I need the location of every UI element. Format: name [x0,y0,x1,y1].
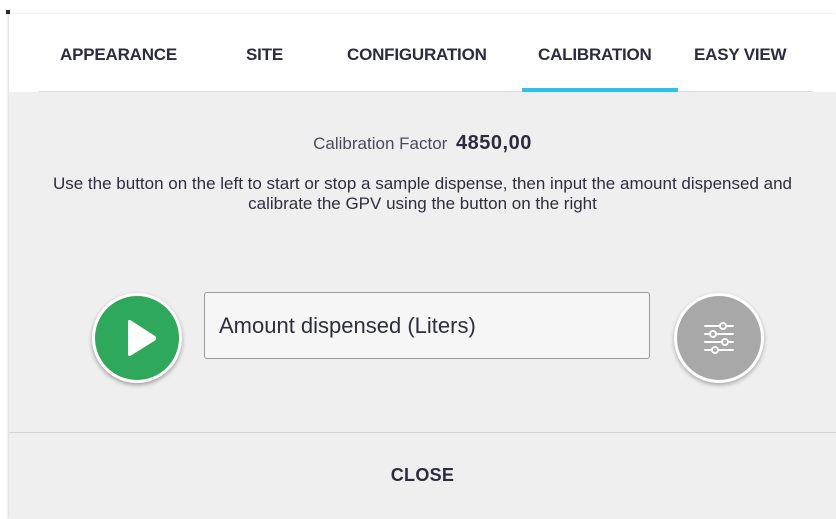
tab-configuration[interactable]: CONFIGURATION [347,45,487,65]
close-button[interactable]: CLOSE [9,465,836,486]
amount-dispensed-input[interactable] [204,292,650,359]
instructions-text: Use the button on the left to start or s… [52,174,793,213]
tab-appearance[interactable]: APPEARANCE [60,45,177,65]
play-icon [128,320,157,356]
calibration-factor: Calibration Factor 4850,00 [9,132,836,155]
sliders-icon [704,322,734,354]
tab-site[interactable]: SITE [246,45,283,65]
tab-bar: APPEARANCE SITE CONFIGURATION CALIBRATIO… [9,14,836,92]
calibrate-button[interactable] [674,293,764,383]
tab-calibration[interactable]: CALIBRATION [538,45,652,65]
start-stop-dispense-button[interactable] [92,293,182,383]
tab-easy-view[interactable]: EASY VIEW [694,45,787,65]
calibration-dialog: APPEARANCE SITE CONFIGURATION CALIBRATIO… [9,14,836,519]
active-tab-indicator [522,88,678,92]
footer-divider [9,432,836,433]
calibration-factor-value: 4850,00 [456,132,532,154]
tab-divider [39,91,813,92]
calibration-factor-label: Calibration Factor [313,134,448,153]
